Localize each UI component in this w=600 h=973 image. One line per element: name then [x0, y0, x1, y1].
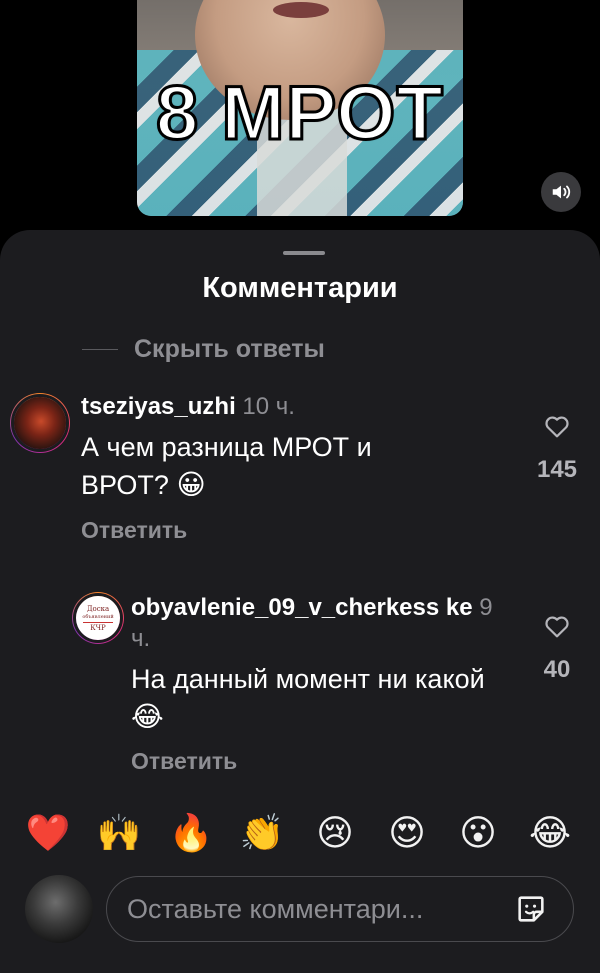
reaction-surprised[interactable]: 😮 — [452, 808, 504, 858]
reply-button[interactable]: Ответить — [131, 748, 237, 775]
like-button[interactable]: 145 — [517, 414, 597, 484]
avatar-logo-text-1: Доска — [86, 604, 110, 613]
heart-outline-icon — [545, 416, 569, 438]
hide-replies-divider — [82, 349, 118, 350]
comment-text: А чем разница МРОТ и ВРОТ? 😀 — [81, 430, 461, 505]
reaction-crying[interactable]: 😢 — [309, 808, 361, 858]
avatar-logo-text-2: объявлений — [82, 613, 114, 620]
avatar[interactable]: Доска объявлений КЧР — [72, 592, 124, 644]
reply-button[interactable]: Ответить — [81, 517, 187, 544]
comment-body: А чем разница МРОТ и ВРОТ? — [81, 432, 372, 500]
sound-toggle-button[interactable] — [541, 172, 581, 212]
comment-input[interactable]: Оставьте комментари... — [106, 876, 574, 942]
like-count: 145 — [536, 456, 578, 483]
reaction-fire[interactable]: 🔥 — [165, 808, 217, 858]
video-mouth — [273, 2, 329, 18]
comment-reply-item: Доска объявлений КЧР obyavlenie_09_v_che… — [0, 590, 600, 780]
video-frame[interactable]: 8 МРОТ — [137, 0, 463, 216]
reaction-raised-hands[interactable]: 🙌 — [93, 808, 145, 858]
comment-header: obyavlenie_09_v_cherkess ke 9 ч. — [131, 592, 511, 654]
reaction-clapping[interactable]: 👏 — [236, 808, 288, 858]
comment-time: 10 ч. — [242, 393, 295, 420]
avatar-logo-rule — [82, 621, 114, 623]
quick-reactions-bar: ❤️ 🙌 🔥 👏 😢 😍 😮 😂 — [0, 808, 600, 858]
avatar[interactable] — [10, 393, 70, 453]
comment-username[interactable]: tseziyas_uzhi — [81, 393, 236, 420]
video-caption: 8 МРОТ — [155, 71, 445, 156]
reaction-laughing[interactable]: 😂 — [524, 808, 576, 858]
hide-replies-button[interactable]: Скрыть ответы — [82, 335, 325, 364]
like-count: 40 — [543, 656, 571, 683]
heart-outline-icon — [545, 616, 569, 638]
video-player[interactable]: 8 МРОТ — [0, 0, 600, 240]
comments-sheet: Комментарии Скрыть ответы tseziyas_uzhi … — [0, 230, 600, 973]
avatar-image: Доска объявлений КЧР — [73, 593, 123, 643]
comment-username[interactable]: obyavlenie_09_v_cherkess ke — [131, 594, 473, 621]
comment-text: На данный момент ни какой 😂 — [131, 662, 491, 737]
speaker-volume-icon — [552, 185, 571, 199]
avatar-logo-text-3: КЧР — [90, 623, 106, 632]
reaction-heart-eyes[interactable]: 😍 — [381, 808, 433, 858]
sticker-button[interactable] — [511, 889, 551, 929]
reaction-heart[interactable]: ❤️ — [22, 808, 74, 858]
grinning-face-emoji: 😀 — [176, 469, 206, 500]
hide-replies-label: Скрыть ответы — [134, 335, 325, 363]
current-user-avatar — [25, 875, 93, 943]
comment-header: tseziyas_uzhi 10 ч. — [81, 392, 295, 422]
comment-input-placeholder: Оставьте комментари... — [127, 893, 424, 924]
sticker-icon — [518, 896, 544, 922]
like-button[interactable]: 40 — [517, 614, 597, 684]
sheet-title: Комментарии — [202, 272, 398, 304]
tears-of-joy-emoji: 😂 — [131, 701, 164, 732]
drag-handle[interactable] — [283, 251, 325, 255]
avatar-image — [11, 394, 69, 452]
comment-item: tseziyas_uzhi 10 ч. А чем разница МРОТ и… — [0, 390, 600, 550]
comment-body: На данный момент ни какой — [131, 664, 485, 694]
